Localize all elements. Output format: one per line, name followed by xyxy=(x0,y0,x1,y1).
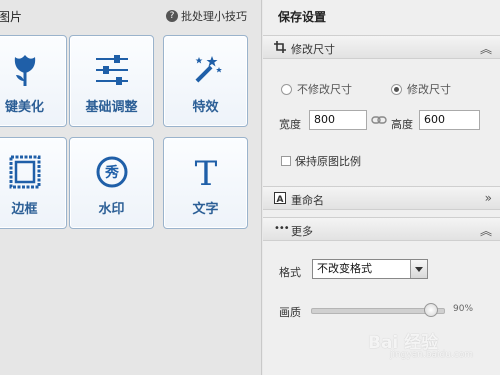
section-rename-label: 重命名 xyxy=(291,194,324,207)
format-select-value: 不改变格式 xyxy=(317,262,372,275)
frame-icon xyxy=(0,152,66,192)
quality-slider-thumb[interactable] xyxy=(423,303,438,317)
tile-label: 键美化 xyxy=(4,100,44,115)
height-label: 高度 xyxy=(391,118,413,131)
text-icon: T xyxy=(164,152,247,192)
tile-effects[interactable]: 特效 xyxy=(163,35,248,127)
quality-slider[interactable] xyxy=(311,303,445,317)
chevron-right-icon[interactable]: » xyxy=(485,191,492,205)
radio-resize-label: 修改尺寸 xyxy=(407,83,451,96)
left-panel-title: 图片 xyxy=(0,10,23,24)
svg-text:秀: 秀 xyxy=(104,164,120,181)
section-more-label: 更多 xyxy=(291,225,313,238)
chevron-up-icon[interactable]: ︽ xyxy=(480,40,492,57)
radio-resize[interactable]: 修改尺寸 xyxy=(391,81,451,97)
batch-tips-label: 批处理小技巧 xyxy=(181,10,247,23)
tile-one-click-beautify[interactable]: 键美化 xyxy=(0,35,67,127)
save-settings-title: 保存设置 xyxy=(278,10,327,24)
tile-text[interactable]: T 文字 xyxy=(163,137,248,229)
width-input[interactable]: 800 xyxy=(309,110,367,130)
tile-label: 边框 xyxy=(11,202,38,217)
sliders-icon xyxy=(70,50,153,90)
keep-ratio-checkbox[interactable]: 保持原图比例 xyxy=(281,153,361,169)
chevron-down-icon[interactable] xyxy=(410,260,427,278)
radio-button[interactable] xyxy=(281,83,292,95)
tile-label: 文字 xyxy=(192,202,219,217)
svg-text:A: A xyxy=(277,195,284,204)
crop-icon xyxy=(274,41,286,53)
width-label: 宽度 xyxy=(279,118,301,131)
tile-label: 水印 xyxy=(98,202,125,217)
link-icon[interactable] xyxy=(371,115,387,125)
section-rename-header[interactable]: A 重命名 » xyxy=(263,186,500,210)
magic-wand-icon xyxy=(164,50,247,90)
left-panel: 图片 ? 批处理小技巧 键美化 基础调整 特效 边框 秀 水印 T 文字 xyxy=(0,0,262,375)
checkbox-box[interactable] xyxy=(281,156,291,166)
more-dots-icon: ••• xyxy=(274,223,290,234)
quality-value: 90% xyxy=(453,304,474,314)
quality-label: 画质 xyxy=(279,306,301,319)
chevron-up-icon[interactable]: ︽ xyxy=(480,222,492,239)
format-label: 格式 xyxy=(279,266,301,279)
rename-icon: A xyxy=(274,192,286,204)
keep-ratio-label: 保持原图比例 xyxy=(295,155,361,168)
section-more-header[interactable]: ••• 更多 ︽ xyxy=(263,217,500,241)
radio-keep-size-label: 不修改尺寸 xyxy=(297,83,352,96)
site-watermark-url: jingyan.baidu.com xyxy=(390,350,474,360)
tulip-icon xyxy=(0,50,66,90)
tile-border[interactable]: 边框 xyxy=(0,137,67,229)
height-input[interactable]: 600 xyxy=(419,110,480,130)
watermark-icon: 秀 xyxy=(70,152,153,192)
tile-basic-adjust[interactable]: 基础调整 xyxy=(69,35,154,127)
svg-text:T: T xyxy=(194,155,217,189)
batch-tips-link[interactable]: ? 批处理小技巧 xyxy=(166,8,247,24)
section-resize-label: 修改尺寸 xyxy=(291,43,335,56)
radio-button-selected[interactable] xyxy=(391,83,402,95)
question-icon: ? xyxy=(166,10,178,22)
radio-keep-size[interactable]: 不修改尺寸 xyxy=(281,81,352,97)
left-header: 图片 ? 批处理小技巧 xyxy=(0,0,262,30)
format-select[interactable]: 不改变格式 xyxy=(312,259,428,279)
tile-label: 基础调整 xyxy=(85,100,138,115)
tile-label: 特效 xyxy=(192,100,219,115)
tile-watermark[interactable]: 秀 水印 xyxy=(69,137,154,229)
section-resize-header[interactable]: 修改尺寸 ︽ xyxy=(263,35,500,59)
